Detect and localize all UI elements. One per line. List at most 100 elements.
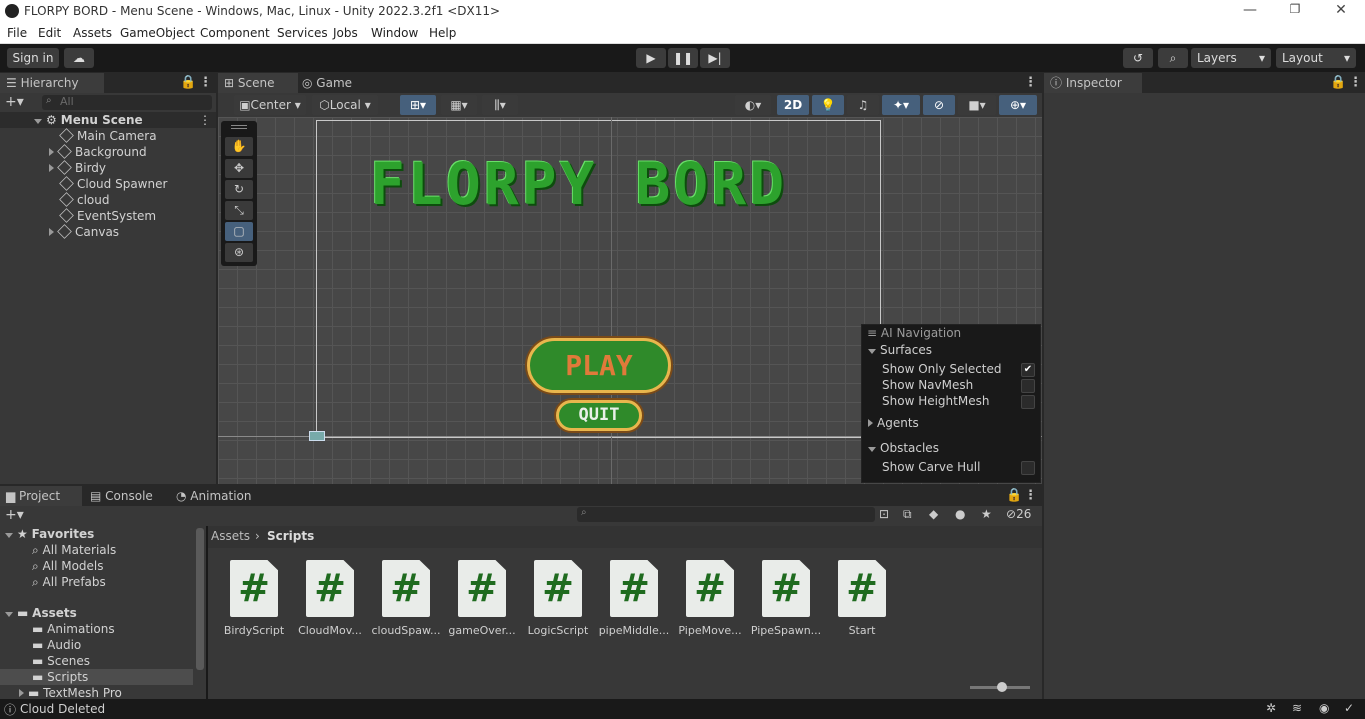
pivot-dropdown[interactable]: ▣Center ▾: [234, 95, 306, 115]
quit-game-button[interactable]: QUIT: [556, 400, 642, 431]
search-by-type-icon[interactable]: ⊡: [879, 507, 889, 521]
list-item[interactable]: Main Camera: [59, 128, 157, 144]
expand-icon[interactable]: [49, 228, 54, 236]
script-asset[interactable]: # LogicScript: [521, 560, 595, 637]
expand-icon[interactable]: [49, 164, 54, 172]
warning-icon[interactable]: ●: [955, 507, 965, 521]
list-item[interactable]: Background: [49, 144, 147, 160]
script-asset[interactable]: # Start: [825, 560, 899, 637]
list-item[interactable]: cloud: [59, 192, 110, 208]
tab-game[interactable]: ◎ Game: [296, 73, 368, 93]
tab-console[interactable]: ▤ Console: [84, 486, 168, 506]
show-carve-hull-checkbox[interactable]: [1021, 461, 1035, 475]
script-asset[interactable]: # gameOver...: [445, 560, 519, 637]
pause-icon[interactable]: ❚❚: [668, 48, 698, 68]
history-icon[interactable]: ↺: [1123, 48, 1153, 68]
lighting-icon[interactable]: 💡: [812, 95, 844, 115]
ai-nav-title[interactable]: ≡ AI Navigation: [867, 326, 961, 340]
tab-hierarchy[interactable]: ☰ Hierarchy: [0, 73, 104, 93]
check-icon[interactable]: ✓: [1344, 701, 1354, 715]
expand-icon[interactable]: [19, 689, 24, 697]
script-asset[interactable]: # cloudSpaw...: [369, 560, 443, 637]
list-item[interactable]: ▬ Scenes: [32, 653, 90, 669]
script-asset[interactable]: # pipeMiddle...: [597, 560, 671, 637]
space-dropdown[interactable]: ⬡Local ▾: [312, 95, 378, 115]
list-item[interactable]: ▬ Audio: [32, 637, 81, 653]
lock-icon[interactable]: 🔒: [180, 75, 196, 90]
favorites-foldout[interactable]: ★ Favorites: [5, 526, 94, 542]
script-asset[interactable]: # PipeSpawn...: [749, 560, 823, 637]
sign-in-button[interactable]: Sign in: [7, 48, 59, 68]
camera-icon[interactable]: ■▾: [958, 95, 996, 115]
list-item[interactable]: ⌕ All Materials: [32, 542, 116, 558]
menu-services[interactable]: Services: [277, 26, 328, 40]
script-asset[interactable]: # BirdyScript: [217, 560, 291, 637]
audio-icon[interactable]: ♫: [847, 95, 879, 115]
script-asset[interactable]: # PipeMove...: [673, 560, 747, 637]
list-item[interactable]: ⌕ All Prefabs: [32, 574, 106, 590]
hidden-packages-toggle[interactable]: ⊘26: [1006, 507, 1031, 521]
zoom-slider-thumb[interactable]: [997, 682, 1007, 692]
status-message[interactable]: Cloud Deleted: [20, 702, 105, 716]
2d-toggle-button[interactable]: 2D: [777, 95, 809, 115]
menu-help[interactable]: Help: [429, 26, 456, 40]
restore-icon[interactable]: ❐: [1285, 2, 1305, 16]
tab-scene[interactable]: ⊞ Scene: [218, 73, 298, 93]
tag-icon[interactable]: ◆: [929, 507, 938, 521]
menu-jobs[interactable]: Jobs: [333, 26, 358, 40]
agents-foldout[interactable]: Agents: [868, 416, 919, 430]
assets-foldout[interactable]: ▬ Assets: [5, 605, 77, 621]
increment-snap-icon[interactable]: ⫼▾: [482, 95, 518, 115]
obstacles-foldout[interactable]: Obstacles: [868, 441, 939, 455]
script-asset[interactable]: # CloudMov...: [293, 560, 367, 637]
add-icon[interactable]: +▾: [5, 94, 24, 110]
menu-file[interactable]: File: [7, 26, 27, 40]
move-tool-icon[interactable]: ✥: [225, 159, 253, 178]
hierarchy-search-input[interactable]: ⌕ All: [42, 95, 212, 110]
tab-animation[interactable]: ◔ Animation: [170, 486, 266, 506]
show-heightmesh-checkbox[interactable]: [1021, 395, 1035, 409]
play-game-button[interactable]: PLAY: [527, 338, 671, 393]
show-only-selected-checkbox[interactable]: ✔: [1021, 363, 1035, 377]
scene-row[interactable]: ⚙ Menu Scene ⋮: [0, 112, 216, 128]
list-item[interactable]: ⌕ All Models: [32, 558, 104, 574]
tab-project[interactable]: ▆ Project: [0, 486, 82, 506]
step-icon[interactable]: ▶|: [700, 48, 730, 68]
lock-icon[interactable]: 🔒: [1006, 488, 1022, 503]
rotate-tool-icon[interactable]: ↻: [225, 180, 253, 199]
more-icon[interactable]: ⋮: [1024, 488, 1037, 503]
progress-icon[interactable]: ◉: [1319, 701, 1329, 715]
more-icon[interactable]: ⋮: [1024, 75, 1037, 90]
minimize-icon[interactable]: —: [1240, 2, 1260, 18]
draw-mode-icon[interactable]: ◐▾: [735, 95, 771, 115]
expand-icon[interactable]: [34, 119, 42, 124]
play-icon[interactable]: ▶: [636, 48, 666, 68]
menu-gameobject[interactable]: GameObject: [120, 26, 195, 40]
menu-component[interactable]: Component: [200, 26, 270, 40]
grid-visibility-icon[interactable]: ▦▾: [441, 95, 477, 115]
layout-dropdown[interactable]: Layout ▾: [1276, 48, 1356, 68]
breadcrumb-scripts[interactable]: Scripts: [267, 529, 314, 543]
zoom-slider[interactable]: [970, 682, 1030, 692]
scrollbar[interactable]: [196, 528, 204, 670]
create-asset-icon[interactable]: +▾: [5, 507, 24, 523]
star-icon[interactable]: ★: [981, 507, 992, 521]
project-search-input[interactable]: ⌕: [577, 507, 875, 522]
layers-dropdown[interactable]: Layers ▾: [1191, 48, 1271, 68]
more-icon[interactable]: ⋮: [1349, 75, 1362, 90]
effects-icon[interactable]: ✦▾: [882, 95, 920, 115]
hidden-objects-icon[interactable]: ⊘: [923, 95, 955, 115]
more-icon[interactable]: ⋮: [199, 112, 211, 128]
surfaces-foldout[interactable]: Surfaces: [868, 343, 932, 357]
search-icon[interactable]: ⌕: [1158, 48, 1188, 68]
more-icon[interactable]: ⋮: [199, 75, 212, 90]
expand-icon[interactable]: [49, 148, 54, 156]
list-item[interactable]: EventSystem: [59, 208, 156, 224]
gizmos-icon[interactable]: ⊕▾: [999, 95, 1037, 115]
transform-tool-icon[interactable]: ⊛: [225, 243, 253, 262]
drag-handle[interactable]: [231, 125, 247, 129]
list-item[interactable]: Birdy: [49, 160, 106, 176]
search-by-label-icon[interactable]: ⧉: [903, 507, 912, 522]
menu-window[interactable]: Window: [371, 26, 418, 40]
anchor-handle[interactable]: [309, 431, 325, 441]
